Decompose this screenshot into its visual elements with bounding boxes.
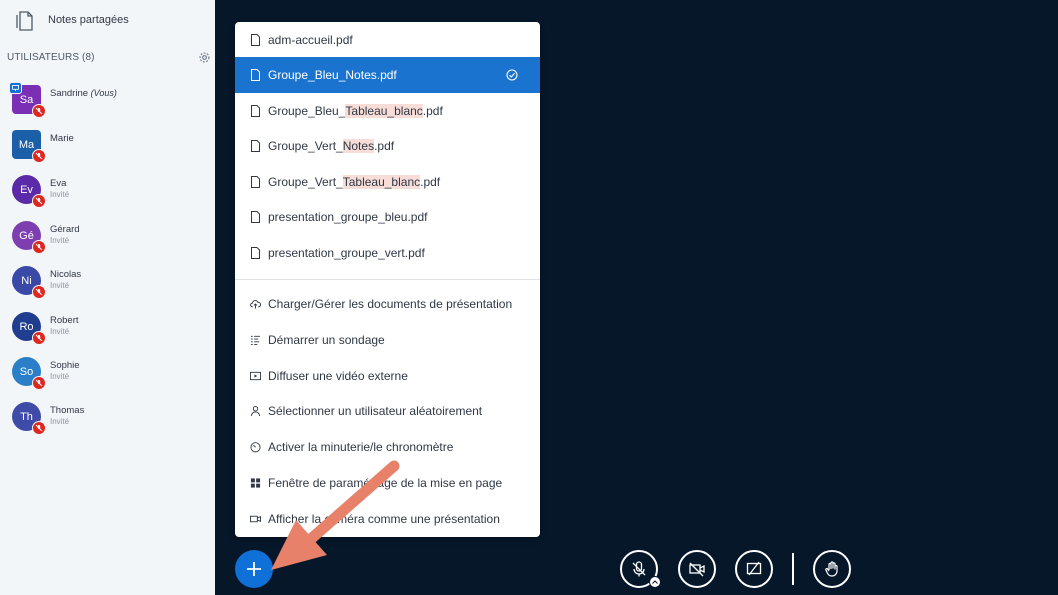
mic-muted-icon xyxy=(32,240,46,254)
gear-icon[interactable] xyxy=(198,51,211,64)
menu-item-file-active[interactable]: Groupe_Bleu_Notes.pdf xyxy=(235,57,540,93)
menu-item-label: Afficher la caméra comme une présentatio… xyxy=(268,512,500,526)
actions-plus-button[interactable] xyxy=(235,550,273,588)
camera-off-icon xyxy=(689,562,705,577)
user-name: Thomas xyxy=(50,405,85,416)
check-circle-icon xyxy=(506,69,518,81)
shared-notes-item[interactable]: Notes partagées xyxy=(14,6,129,34)
mic-muted-icon xyxy=(32,421,46,435)
shared-notes-icon xyxy=(16,11,33,31)
user-item-sandrine[interactable]: Sa Sandrine (Vous) xyxy=(9,82,207,125)
users-header-title: UTILISATEURS (8) xyxy=(7,52,95,63)
file-icon xyxy=(251,34,260,46)
user-name: Sandrine (Vous) xyxy=(50,88,117,99)
file-icon xyxy=(251,69,260,81)
user-name: Robert xyxy=(50,315,79,326)
user-item-thomas[interactable]: Th Thomas Invité xyxy=(12,402,207,442)
users-header: UTILISATEURS (8) xyxy=(7,51,211,64)
menu-item-label: Groupe_Vert_Tableau_blanc.pdf xyxy=(268,175,441,189)
external-video-icon xyxy=(250,371,261,381)
mic-muted-icon xyxy=(32,331,46,345)
timer-icon xyxy=(250,442,261,453)
raise-hand-button[interactable] xyxy=(813,550,851,588)
menu-item-file[interactable]: presentation_groupe_vert.pdf xyxy=(235,235,540,271)
user-name: Nicolas xyxy=(50,269,82,280)
menu-item-random-user[interactable]: Sélectionner un utilisateur aléatoiremen… xyxy=(235,393,540,429)
menu-item-external-video[interactable]: Diffuser une vidéo externe xyxy=(235,358,540,394)
mic-muted-icon xyxy=(632,561,646,577)
menu-item-file[interactable]: Groupe_Vert_Notes.pdf xyxy=(235,128,540,164)
menu-item-upload-presentations[interactable]: Charger/Gérer les documents de présentat… xyxy=(235,286,540,322)
actions-dropdown-menu: adm-accueil.pdf Groupe_Bleu_Notes.pdf Gr… xyxy=(235,22,540,537)
user-role: Invité xyxy=(50,417,70,426)
menu-item-camera-as-content[interactable]: Afficher la caméra comme une présentatio… xyxy=(235,501,540,537)
user-role: Invité xyxy=(50,372,70,381)
user-role: Invité xyxy=(50,327,70,336)
menu-item-label: Sélectionner un utilisateur aléatoiremen… xyxy=(268,404,483,418)
mic-muted-icon xyxy=(32,194,46,208)
user-item-gerard[interactable]: Gé Gérard Invité xyxy=(12,221,207,261)
menu-item-label: Charger/Gérer les documents de présentat… xyxy=(268,297,513,311)
user-name: Sophie xyxy=(50,360,80,371)
shared-notes-label: Notes partagées xyxy=(48,14,129,26)
user-name: Marie xyxy=(50,133,74,144)
random-user-icon xyxy=(250,406,261,417)
user-role: Invité xyxy=(50,190,70,199)
menu-item-start-poll[interactable]: Démarrer un sondage xyxy=(235,322,540,358)
file-icon xyxy=(251,105,260,117)
layout-icon xyxy=(250,478,261,488)
menu-item-label: Groupe_Bleu_Notes.pdf xyxy=(268,68,397,82)
user-item-sophie[interactable]: So Sophie Invité xyxy=(12,357,207,397)
user-item-robert[interactable]: Ro Robert Invité xyxy=(12,312,207,352)
mic-muted-icon xyxy=(32,104,46,118)
screenshare-off-icon xyxy=(746,561,762,576)
mic-options-caret[interactable] xyxy=(649,576,661,588)
menu-item-file[interactable]: adm-accueil.pdf xyxy=(235,22,540,58)
user-name: Gérard xyxy=(50,224,80,235)
menu-item-file[interactable]: presentation_groupe_bleu.pdf xyxy=(235,199,540,235)
camera-icon xyxy=(250,515,261,523)
menu-item-timer[interactable]: Activer la minuterie/le chronomètre xyxy=(235,429,540,465)
user-role: Invité xyxy=(50,281,70,290)
camera-toggle-button[interactable] xyxy=(678,550,716,588)
upload-cloud-icon xyxy=(250,300,261,309)
menu-item-label: Groupe_Vert_Notes.pdf xyxy=(268,139,395,153)
presenter-icon xyxy=(9,82,22,94)
menu-item-label: Diffuser une vidéo externe xyxy=(268,369,408,383)
menu-item-label: Fenêtre de paramétrage de la mise en pag… xyxy=(268,476,503,490)
menu-divider xyxy=(235,279,540,280)
menu-item-label: presentation_groupe_vert.pdf xyxy=(268,246,425,260)
user-item-marie[interactable]: Ma Marie xyxy=(12,130,207,170)
menu-item-label: presentation_groupe_bleu.pdf xyxy=(268,210,428,224)
screenshare-toggle-button[interactable] xyxy=(735,550,773,588)
menu-item-label: adm-accueil.pdf xyxy=(268,33,353,47)
chevron-up-icon xyxy=(652,580,658,584)
menu-item-label: Activer la minuterie/le chronomètre xyxy=(268,440,454,454)
raise-hand-icon xyxy=(825,561,838,577)
poll-icon xyxy=(250,335,261,346)
menu-item-label: Groupe_Bleu_Tableau_blanc.pdf xyxy=(268,104,443,118)
you-tag: (Vous) xyxy=(90,88,117,98)
sidebar: Notes partagées UTILISATEURS (8) Sa Sand… xyxy=(0,0,215,595)
menu-item-file[interactable]: Groupe_Vert_Tableau_blanc.pdf xyxy=(235,164,540,200)
user-role: Invité xyxy=(50,236,70,245)
mic-muted-icon xyxy=(32,285,46,299)
plus-icon xyxy=(247,562,261,576)
user-item-nicolas[interactable]: Ni Nicolas Invité xyxy=(12,266,207,306)
menu-item-layout-settings[interactable]: Fenêtre de paramétrage de la mise en pag… xyxy=(235,465,540,501)
user-name: Eva xyxy=(50,178,67,189)
user-item-eva[interactable]: Ev Eva Invité xyxy=(12,175,207,215)
menu-item-label: Démarrer un sondage xyxy=(268,333,385,347)
file-icon xyxy=(251,211,260,223)
controls-separator xyxy=(792,553,794,585)
mic-muted-icon xyxy=(32,376,46,390)
file-icon xyxy=(251,247,260,259)
mic-muted-icon xyxy=(32,149,46,163)
menu-item-file[interactable]: Groupe_Bleu_Tableau_blanc.pdf xyxy=(235,93,540,129)
file-icon xyxy=(251,140,260,152)
file-icon xyxy=(251,176,260,188)
